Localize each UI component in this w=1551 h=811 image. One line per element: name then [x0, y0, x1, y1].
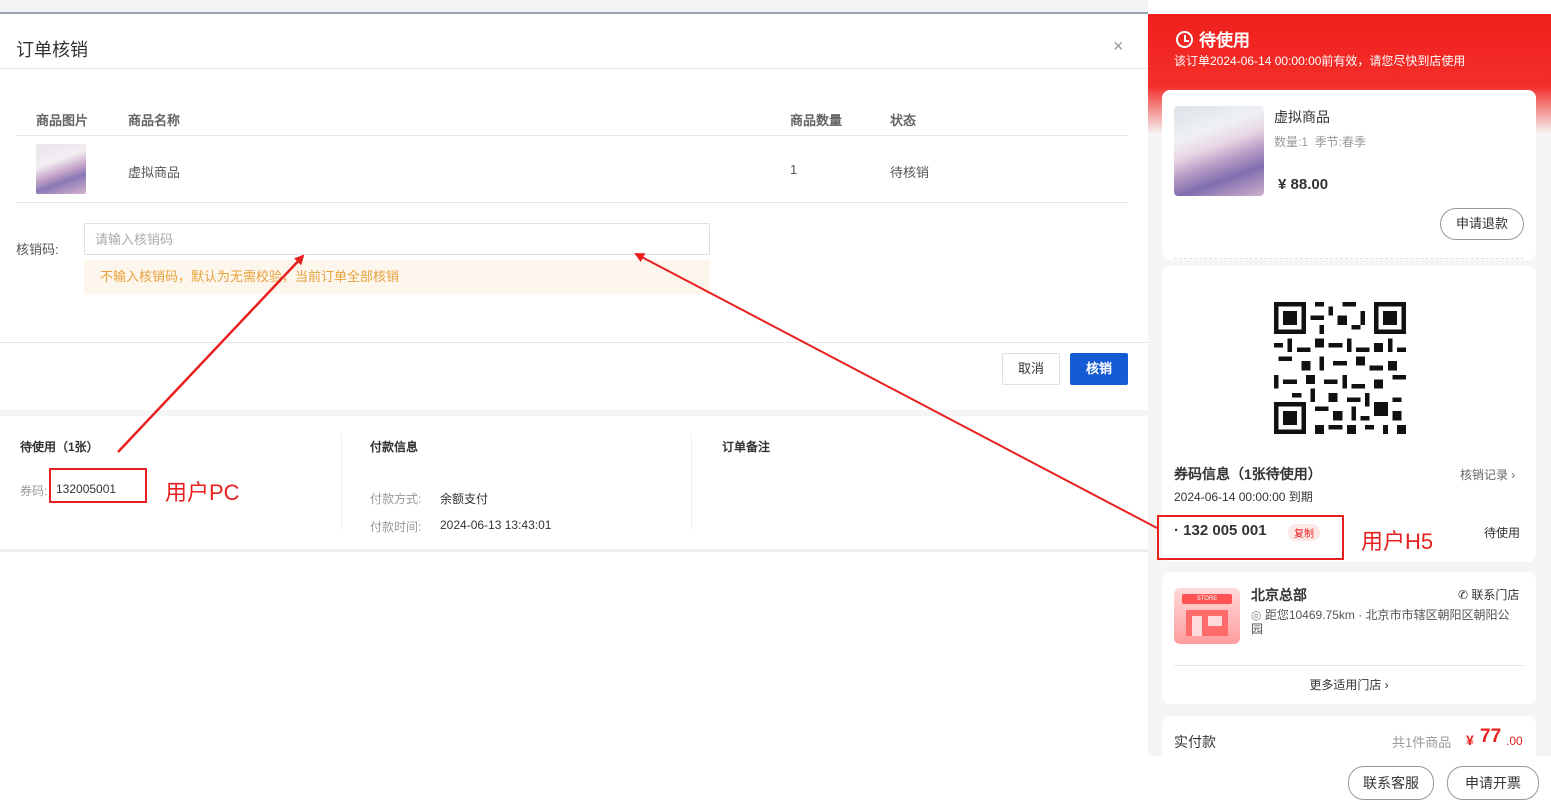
arrow-h5-to-input [634, 253, 1158, 529]
arrow-pc-to-input [117, 254, 305, 453]
annotation-arrows [117, 253, 1158, 529]
